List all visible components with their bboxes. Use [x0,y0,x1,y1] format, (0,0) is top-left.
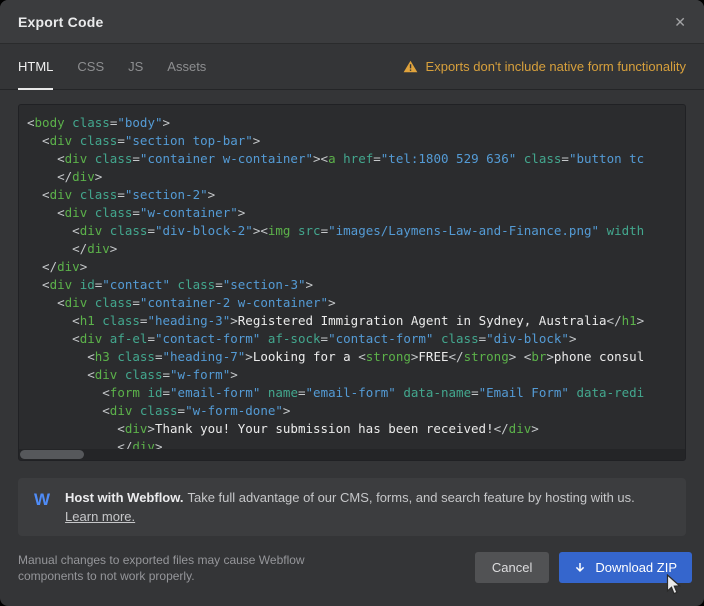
code-line: <div class="section top-bar"> [27,132,685,150]
code-line: <body class="body"> [27,114,685,132]
tab-html[interactable]: HTML [18,44,53,90]
scrollbar-thumb[interactable] [20,450,84,459]
code-line: <div class="w-container"> [27,204,685,222]
code-content: <body class="body"> <div class="section … [19,105,685,456]
download-icon [574,562,586,574]
host-banner: W Host with Webflow. Take full advantage … [18,478,686,536]
code-line: </div> [27,258,685,276]
tab-js[interactable]: JS [128,44,143,90]
cancel-button[interactable]: Cancel [475,552,549,583]
code-line: <div class="container-2 w-container"> [27,294,685,312]
code-line: <div>Thank you! Your submission has been… [27,420,685,438]
code-line: <form id="email-form" name="email-form" … [27,384,685,402]
code-line: <div class="container w-container"><a hr… [27,150,685,168]
learn-more-link[interactable]: Learn more. [65,509,135,524]
code-line: <div class="w-form-done"> [27,402,685,420]
code-line: <div af-el="contact-form" af-sock="conta… [27,330,685,348]
export-code-modal: Export Code ✕ HTML CSS JS Assets Exports do… [0,0,704,606]
code-line: <div id="contact" class="section-3"> [27,276,685,294]
code-line: </div> [27,240,685,258]
warning-text: Exports don't include native form functi… [426,59,686,74]
code-line: <h3 class="heading-7">Looking for a <str… [27,348,685,366]
webflow-logo-icon: W [34,490,50,510]
footer-note: Manual changes to exported files may cau… [18,552,305,584]
banner-text-block: Host with Webflow. Take full advantage of… [65,488,635,526]
tab-bar: HTML CSS JS Assets Exports don't include na… [0,44,704,90]
code-line: <h1 class="heading-3">Registered Immigra… [27,312,685,330]
banner-description: Take full advantage of our CMS, forms, a… [187,490,634,505]
tab-assets[interactable]: Assets [167,44,206,90]
modal-title: Export Code [18,14,103,30]
export-warning: Exports don't include native form functi… [403,44,686,89]
footer-note-line2: components to not work properly. [18,568,305,584]
download-label: Download ZIP [595,560,677,575]
code-line: </div> [27,168,685,186]
warning-icon [403,60,418,73]
footer-note-line1: Manual changes to exported files may cau… [18,552,305,568]
code-line: <div class="div-block-2"><img src="image… [27,222,685,240]
horizontal-scrollbar[interactable] [19,449,685,460]
footer-actions: Cancel Download ZIP [475,552,692,583]
close-icon[interactable]: ✕ [674,15,686,29]
modal-header: Export Code ✕ [0,0,704,44]
code-line: <div class="section-2"> [27,186,685,204]
tab-css[interactable]: CSS [77,44,104,90]
modal-footer: Manual changes to exported files may cau… [18,552,692,584]
tab-list: HTML CSS JS Assets [18,44,206,89]
code-editor[interactable]: <body class="body"> <div class="section … [18,104,686,461]
banner-title: Host with Webflow. [65,490,183,505]
code-line: <div class="w-form"> [27,366,685,384]
download-zip-button[interactable]: Download ZIP [559,552,692,583]
